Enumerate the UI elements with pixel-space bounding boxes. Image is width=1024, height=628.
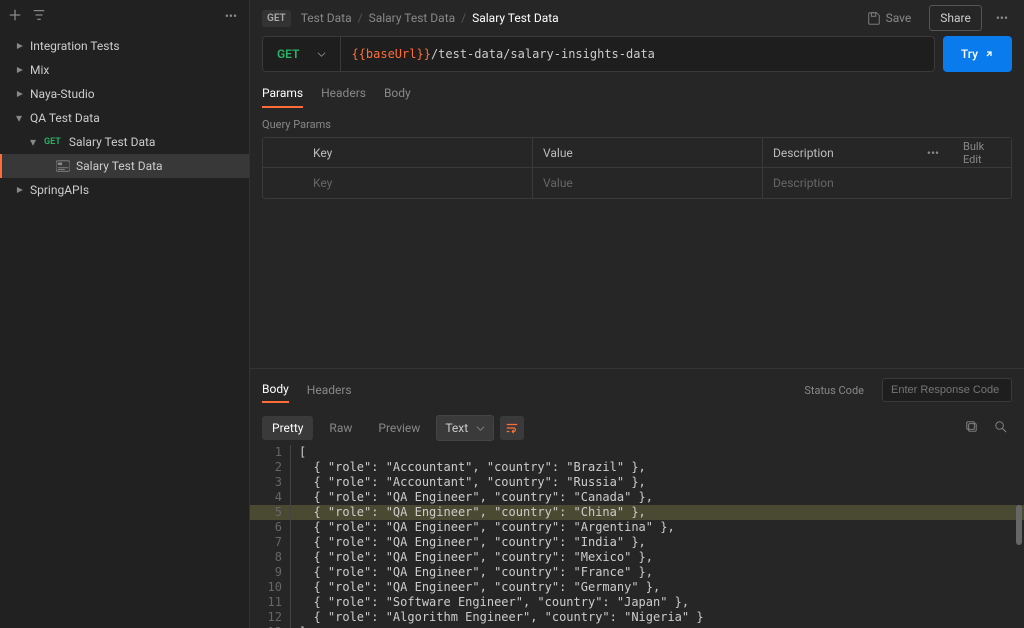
search-icon[interactable] [989, 415, 1012, 441]
copy-icon[interactable] [960, 415, 983, 441]
more-actions-icon[interactable]: ••• [992, 11, 1012, 25]
mode-pretty[interactable]: Pretty [262, 416, 313, 440]
tab-method-badge: GET [262, 10, 291, 27]
crumb-current: Salary Test Data [472, 11, 559, 25]
resp-tab-headers[interactable]: Headers [307, 378, 352, 402]
method-badge: GET [44, 137, 61, 147]
folder-springapis[interactable]: ▾SpringAPIs [0, 178, 249, 202]
method-select[interactable]: GET [263, 37, 341, 71]
sidebar: ••• ▾Integration Tests ▾Mix ▾Naya-Studio… [0, 0, 250, 628]
tab-body[interactable]: Body [384, 80, 411, 108]
code-line[interactable]: 4 { "role": "QA Engineer", "country": "C… [250, 490, 1024, 505]
query-params-label: Query Params [250, 108, 1024, 137]
breadcrumb: Test Data / Salary Test Data / Salary Te… [301, 11, 559, 25]
params-new-row[interactable]: Key Value Description [263, 168, 1011, 198]
lang-select[interactable]: Text [436, 415, 494, 441]
add-icon[interactable] [8, 8, 22, 25]
filter-icon[interactable] [32, 8, 46, 25]
col-key: Key [303, 138, 533, 167]
collection-tree: ▾Integration Tests ▾Mix ▾Naya-Studio ▾QA… [0, 32, 249, 202]
mode-preview[interactable]: Preview [368, 416, 430, 440]
response-body-code[interactable]: 1[2 { "role": "Accountant", "country": "… [250, 445, 1024, 628]
key-input[interactable]: Key [303, 168, 533, 198]
status-code-input[interactable] [882, 378, 1012, 402]
scrollbar[interactable] [1016, 505, 1022, 545]
mode-raw[interactable]: Raw [319, 416, 362, 440]
request-row: GET {{baseUrl}}/test-data/salary-insight… [262, 36, 1012, 72]
code-line[interactable]: 8 { "role": "QA Engineer", "country": "M… [250, 550, 1024, 565]
col-value: Value [533, 138, 763, 167]
folder-integration-tests[interactable]: ▾Integration Tests [0, 34, 249, 58]
topbar: GET Test Data / Salary Test Data / Salar… [250, 0, 1024, 36]
crumb-1[interactable]: Test Data [301, 11, 352, 25]
url-bar: GET {{baseUrl}}/test-data/salary-insight… [262, 36, 935, 72]
params-table: Key Value Description ••• Bulk Edit Key … [262, 137, 1012, 199]
request-tabs: Params Headers Body [250, 80, 1024, 108]
share-button[interactable]: Share [929, 5, 982, 31]
request-salary-test-data[interactable]: ▾ GET Salary Test Data [0, 130, 249, 154]
status-code-label: Status Code [804, 384, 864, 397]
resp-tab-body[interactable]: Body [262, 377, 289, 403]
main-panel: GET Test Data / Salary Test Data / Salar… [250, 0, 1024, 628]
more-icon[interactable]: ••• [221, 9, 241, 23]
folder-naya-studio[interactable]: ▾Naya-Studio [0, 82, 249, 106]
example-salary-test-data[interactable]: Salary Test Data [0, 154, 249, 178]
code-line[interactable]: 1[ [250, 445, 1024, 460]
value-input[interactable]: Value [533, 168, 763, 198]
bulk-edit-link[interactable]: Bulk Edit [953, 140, 1011, 166]
code-line[interactable]: 12 { "role": "Algorithm Engineer", "coun… [250, 610, 1024, 625]
code-line[interactable]: 5 { "role": "QA Engineer", "country": "C… [250, 505, 1024, 520]
example-icon [56, 160, 70, 172]
response-section: Body Headers Status Code Pretty Raw Prev… [250, 368, 1024, 628]
code-line[interactable]: 7 { "role": "QA Engineer", "country": "I… [250, 535, 1024, 550]
sidebar-toolbar: ••• [0, 0, 249, 32]
code-line[interactable]: 2 { "role": "Accountant", "country": "Br… [250, 460, 1024, 475]
code-line[interactable]: 11 { "role": "Software Engineer", "count… [250, 595, 1024, 610]
wrap-icon[interactable] [500, 416, 524, 440]
code-line[interactable]: 10 { "role": "QA Engineer", "country": "… [250, 580, 1024, 595]
save-button[interactable]: Save [859, 7, 920, 29]
desc-input[interactable]: Description [763, 168, 913, 198]
url-input[interactable]: {{baseUrl}}/test-data/salary-insights-da… [341, 47, 933, 61]
code-line[interactable]: 9 { "role": "QA Engineer", "country": "F… [250, 565, 1024, 580]
code-line[interactable]: 3 { "role": "Accountant", "country": "Ru… [250, 475, 1024, 490]
more-cols-icon[interactable]: ••• [913, 146, 953, 160]
col-desc: Description [763, 138, 913, 167]
folder-mix[interactable]: ▾Mix [0, 58, 249, 82]
tab-params[interactable]: Params [262, 80, 303, 108]
crumb-2[interactable]: Salary Test Data [369, 11, 456, 25]
try-button[interactable]: Try [943, 36, 1012, 72]
code-line[interactable]: 6 { "role": "QA Engineer", "country": "A… [250, 520, 1024, 535]
tab-headers[interactable]: Headers [321, 80, 366, 108]
folder-qa-test-data[interactable]: ▾QA Test Data [0, 106, 249, 130]
